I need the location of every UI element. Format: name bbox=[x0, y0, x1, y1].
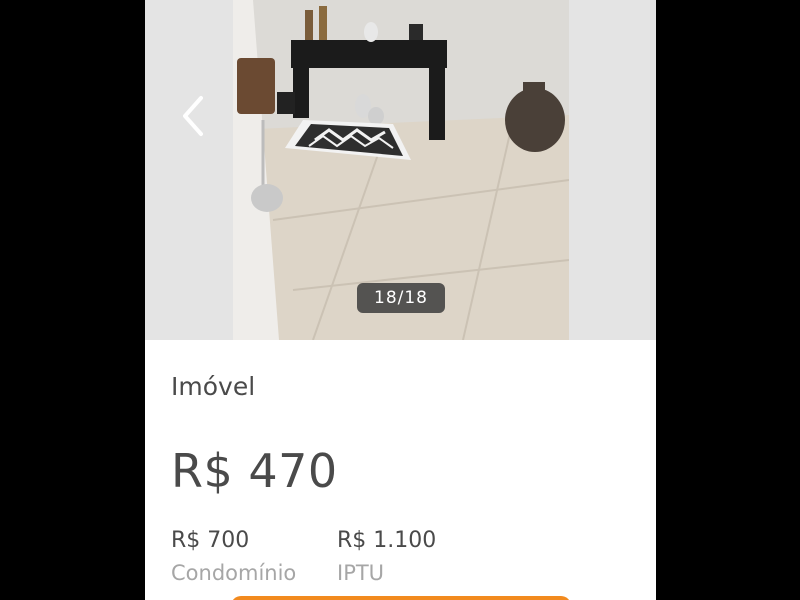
fee-value: R$ 700 bbox=[171, 528, 250, 553]
photo-gallery[interactable]: 18/18 bbox=[145, 0, 656, 340]
listing-price: R$ 470 bbox=[171, 444, 338, 498]
fee-value: R$ 1.100 bbox=[337, 528, 437, 553]
listing-screen: 18/18 Imóvel R$ 470 R$ 700 Condomínio R$… bbox=[145, 0, 656, 600]
fee-label: Condomínio bbox=[171, 561, 297, 585]
photo-counter-badge: 18/18 bbox=[357, 283, 445, 313]
screen-frame: 18/18 Imóvel R$ 470 R$ 700 Condomínio R$… bbox=[0, 0, 800, 600]
fee-iptu: R$ 1.100 IPTU bbox=[337, 526, 436, 590]
fee-label: IPTU bbox=[337, 561, 385, 585]
contact-button[interactable] bbox=[231, 596, 571, 600]
fee-condominio: R$ 700 Condomínio bbox=[171, 526, 296, 590]
listing-info: Imóvel R$ 470 R$ 700 Condomínio R$ 1.100… bbox=[145, 340, 656, 600]
listing-category: Imóvel bbox=[171, 372, 256, 401]
chevron-left-icon bbox=[183, 96, 203, 136]
previous-photo-button[interactable] bbox=[175, 92, 211, 140]
